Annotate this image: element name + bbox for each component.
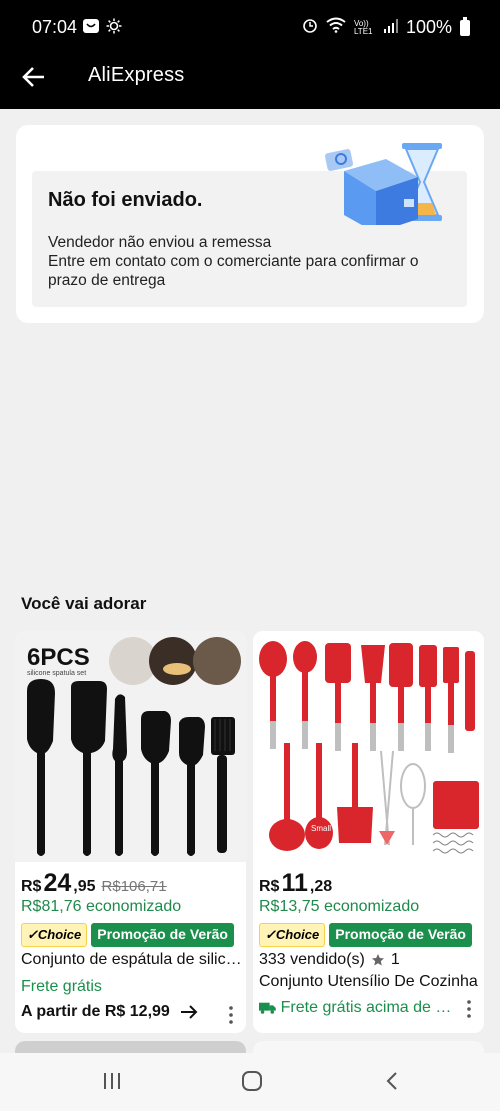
more-options-button[interactable]: [462, 999, 476, 1019]
app-title: AliExpress: [88, 64, 185, 86]
badges: ✓Choice Promoção de Verão: [259, 923, 472, 947]
svg-text:Small: Small: [311, 824, 331, 833]
star-icon: [371, 954, 384, 966]
from-price-label: A partir de R$ 12,99: [21, 1003, 170, 1020]
product-price: R$ 11 ,28: [259, 869, 332, 898]
status-title: Não foi enviado.: [48, 189, 203, 211]
battery-icon: [460, 16, 470, 36]
choice-badge: ✓Choice: [259, 923, 326, 947]
promo-badge: Promoção de Verão: [91, 923, 234, 947]
choice-badge-label: Choice: [275, 927, 320, 942]
more-vertical-icon: [467, 1000, 471, 1018]
notification-icon: [82, 18, 100, 39]
shipment-status-card: Não foi enviado. Vendedor não enviou a r…: [16, 125, 484, 323]
product-image: 6PCS silicone spatula set: [15, 631, 246, 862]
recent-apps-button[interactable]: [102, 1071, 122, 1096]
status-time: 07:04: [32, 17, 78, 37]
arrow-right-icon: [180, 1005, 198, 1019]
check-icon: ✓: [27, 927, 38, 942]
price-decimal: ,95: [73, 878, 96, 895]
back-nav-button[interactable]: [384, 1071, 400, 1096]
price-integer: 11: [281, 869, 308, 897]
more-vertical-icon: [229, 1006, 233, 1024]
system-nav-bar: [0, 1053, 500, 1111]
status-desc-line2: Entre em contato com o comerciante para …: [48, 253, 419, 289]
status-description: Vendedor não enviou a remessa Entre em c…: [48, 233, 458, 290]
price-currency: R$: [259, 878, 280, 895]
price-integer: 24: [43, 869, 72, 897]
sold-count: 333 vendido(s): [259, 951, 365, 968]
check-icon: ✓: [265, 927, 276, 942]
home-button[interactable]: [241, 1071, 263, 1096]
shipping-info: Frete grátis acima de R$ 99: [259, 999, 455, 1017]
product-card[interactable]: 6PCS silicone spatula set R$ 24 ,95 R$10…: [15, 631, 246, 1033]
back-button[interactable]: [20, 62, 50, 92]
battery-level: 100%: [405, 17, 452, 37]
network-label: Vo)) LTE1: [353, 18, 373, 36]
product-name: Conjunto Utensílio De Cozinha: [259, 973, 478, 990]
choice-badge: ✓Choice: [21, 923, 88, 947]
savings-text: R$13,75 economizado: [259, 898, 420, 915]
package-illustration: [324, 137, 444, 233]
price-decimal: ,28: [309, 878, 333, 895]
section-title: Você vai adorar: [21, 594, 147, 613]
shipping-text: Frete grátis: [21, 978, 102, 995]
alarm-icon: [302, 17, 318, 38]
status-desc-line1: Vendedor não enviou a remessa: [48, 234, 272, 251]
price-currency: R$: [21, 878, 42, 895]
shipping-text: Frete grátis acima de R$ 99: [280, 999, 455, 1016]
product-price: R$ 24 ,95 R$106,71: [21, 869, 167, 898]
chevron-left-icon: [386, 1072, 397, 1090]
choice-badge-label: Choice: [37, 927, 82, 942]
badges: ✓Choice Promoção de Verão: [21, 923, 234, 947]
back-arrow-icon: [22, 67, 44, 87]
product-image: Small: [253, 631, 484, 862]
more-options-button[interactable]: [224, 1005, 238, 1025]
image-subtitle: silicone spatula set: [27, 670, 86, 677]
rating-value: 1: [390, 951, 400, 968]
from-price: A partir de R$ 12,99: [21, 1003, 198, 1021]
original-price: R$106,71: [101, 878, 167, 895]
product-card[interactable]: Small R$ 11 ,28 R$13,75 economizado ✓Cho…: [253, 631, 484, 1033]
signal-icon: [383, 17, 398, 38]
home-icon: [242, 1071, 262, 1091]
image-title: 6PCS: [27, 644, 90, 671]
savings-text: R$81,76 economizado: [21, 898, 182, 915]
recent-apps-icon: [104, 1073, 120, 1089]
truck-icon: [259, 1002, 276, 1014]
brightness-icon: [106, 18, 122, 39]
status-bar: 07:04 Vo)) LTE1 100%: [0, 0, 500, 54]
sales-info: 333 vendido(s) 1: [259, 951, 400, 969]
app-bar: AliExpress: [0, 54, 500, 109]
wifi-icon: [326, 17, 346, 38]
product-name: Conjunto de espátula de silicone: [21, 951, 243, 968]
promo-badge: Promoção de Verão: [329, 923, 472, 947]
